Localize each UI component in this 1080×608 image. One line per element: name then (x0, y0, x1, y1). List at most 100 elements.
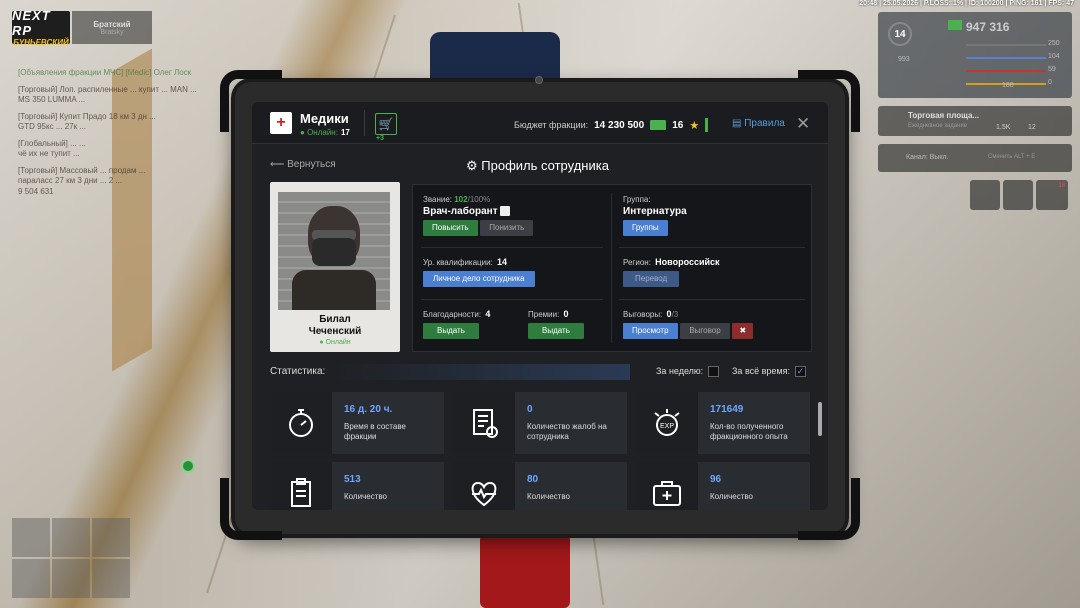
stat-card: 80 Количество (453, 462, 627, 510)
bonus-section: Премии: 0 Выдать (528, 309, 584, 339)
group-label: Группа: (623, 195, 651, 204)
gear-icon: ⚙ (466, 158, 478, 173)
chat-line: чё их не тупит ... (18, 149, 80, 158)
close-icon[interactable]: ✕ (796, 114, 810, 134)
market-sub: Ежедневное задание (908, 123, 968, 129)
all-time-filter[interactable]: За всё время: ✓ (732, 366, 806, 378)
stat-value: 171649 (710, 404, 744, 415)
stat-description: Количество (344, 492, 387, 501)
week-checkbox[interactable] (708, 366, 720, 378)
reprimand-max: /3 (671, 310, 679, 319)
groups-button[interactable]: Группы (623, 220, 668, 236)
transfer-button[interactable]: Перевод (623, 271, 680, 287)
all-time-checkbox[interactable]: ✓ (794, 366, 806, 378)
cash-icon (948, 20, 962, 30)
week-filter[interactable]: За неделю: (656, 366, 720, 378)
qualification-label: Ур. квалификации: (423, 258, 493, 267)
issue-reprimand-button[interactable]: Выговор (680, 323, 730, 339)
employee-last-name: Чеченский (308, 326, 362, 337)
rules-label: Правила (744, 118, 785, 129)
fire-employee-button[interactable]: ✖ (732, 323, 754, 339)
cart-button[interactable]: 🛒 (375, 113, 397, 135)
faction-app-screen: + Медики ● Онлайн: 17 🛒 +3 Бюджет фракции… (252, 102, 828, 510)
give-bonus-button[interactable]: Выдать (528, 323, 584, 339)
view-reprimands-button[interactable]: Просмотр (623, 323, 678, 339)
health-value: 250 (1048, 40, 1060, 47)
budget-accent (705, 118, 709, 132)
employee-name: Билал Чеченский (270, 314, 400, 338)
voice-hint: Сменить ALT + E (988, 154, 1036, 160)
budget-value: 14 230 500 (594, 119, 645, 131)
voice-chat-widget[interactable]: Канал: Выкл. Сменить ALT + E (878, 144, 1072, 172)
armor-bar (966, 57, 1046, 59)
server-sub: Bratsky (100, 28, 124, 36)
online-indicator: ● Онлайн: 17 (300, 128, 350, 137)
region-label: Регион: (623, 258, 651, 267)
week-label: За неделю: (656, 366, 704, 376)
tablet-camera (535, 76, 543, 84)
svg-text:EXP: EXP (660, 423, 674, 430)
stat-description: Количество (527, 492, 570, 501)
bonus-label: Премии: (528, 310, 560, 319)
page-title: ⚙ Профиль сотрудника (466, 158, 609, 174)
menu-icon[interactable] (1003, 180, 1033, 210)
demote-button[interactable]: Понизить (480, 220, 534, 236)
stat-card: 513 Количество (270, 462, 444, 510)
chat-line: [Торговый] Массовый ... продам ... (18, 165, 146, 175)
online-label: Онлайн: (307, 128, 338, 137)
star-icon: ★ (689, 119, 700, 132)
market-value-2: 12 (1028, 124, 1036, 131)
scrollbar[interactable] (818, 402, 822, 436)
market-widget[interactable]: Торговая площа... Ежедневное задание 1.5… (878, 106, 1072, 136)
chat-line: 9 504 631 (18, 186, 54, 196)
divider (611, 193, 612, 343)
employee-info-panel: Звание: 102/100% Врач-лаборант Повысить … (412, 184, 812, 352)
faction-budget: Бюджет фракции: 14 230 500 16 ★ (514, 117, 709, 133)
stat-description: Количество жалоб на сотрудника (527, 422, 607, 441)
rank-title: Врач-лаборант (423, 206, 498, 217)
stat-description: Количество (710, 492, 753, 501)
map-marker-icon (181, 459, 195, 473)
cash-icon (650, 120, 667, 130)
book-icon (500, 206, 511, 217)
reprimand-label: Выговоры: (623, 310, 663, 319)
ammo-value: 993 (898, 56, 910, 63)
rules-link[interactable]: ▤ Правила (732, 118, 785, 129)
exp-badge-icon: EXP (636, 392, 698, 454)
statistics-gradient (330, 364, 630, 380)
npc-legs-bottom (480, 534, 570, 608)
stat-card: EXP 171649 Кол-во полученного фракционно… (636, 392, 810, 454)
rank-max: /100% (467, 195, 491, 204)
clipboard-icon (270, 462, 332, 510)
chat-line: [Объявления фракции МЧС] [Medic] Олег Ло… (18, 68, 192, 77)
stat-card: 0 Количество жалоб на сотрудника (453, 392, 627, 454)
rank-value: 102 (454, 195, 468, 204)
promote-button[interactable]: Повысить (423, 220, 478, 236)
divider (421, 299, 603, 300)
gratitude-label: Благодарности: (423, 310, 482, 319)
back-button[interactable]: ⟵ Вернуться (270, 159, 336, 170)
cart-icon: 🛒 (378, 117, 394, 131)
health-bar (966, 44, 1046, 46)
server-badge: Братский Bratsky (72, 11, 152, 44)
qualification-section: Ур. квалификации: 14 Личное дело сотрудн… (423, 257, 535, 287)
stat-value: 80 (527, 474, 539, 485)
give-gratitude-button[interactable]: Выдать (423, 323, 479, 339)
budget-label: Бюджет фракции: (514, 120, 589, 130)
medkit-icon (636, 462, 698, 510)
rules-icon: ▤ (732, 118, 742, 129)
employee-avatar (278, 192, 390, 310)
stopwatch-icon (270, 392, 332, 454)
market-title: Торговая площа... (908, 111, 980, 120)
app-header: + Медики ● Онлайн: 17 🛒 +3 Бюджет фракции… (252, 102, 828, 144)
calendar-icon[interactable] (970, 180, 1000, 210)
header-divider (364, 110, 365, 136)
divider (619, 299, 805, 300)
hunger-bar (966, 70, 1046, 72)
gratitude-value: 4 (485, 309, 491, 319)
market-value-1: 1.5K (996, 124, 1011, 131)
personal-file-button[interactable]: Личное дело сотрудника (423, 271, 535, 287)
logo-text: NEXT RP (12, 8, 51, 38)
complaint-doc-icon (453, 392, 515, 454)
notification-bell-icon[interactable]: 18 (1036, 180, 1068, 210)
